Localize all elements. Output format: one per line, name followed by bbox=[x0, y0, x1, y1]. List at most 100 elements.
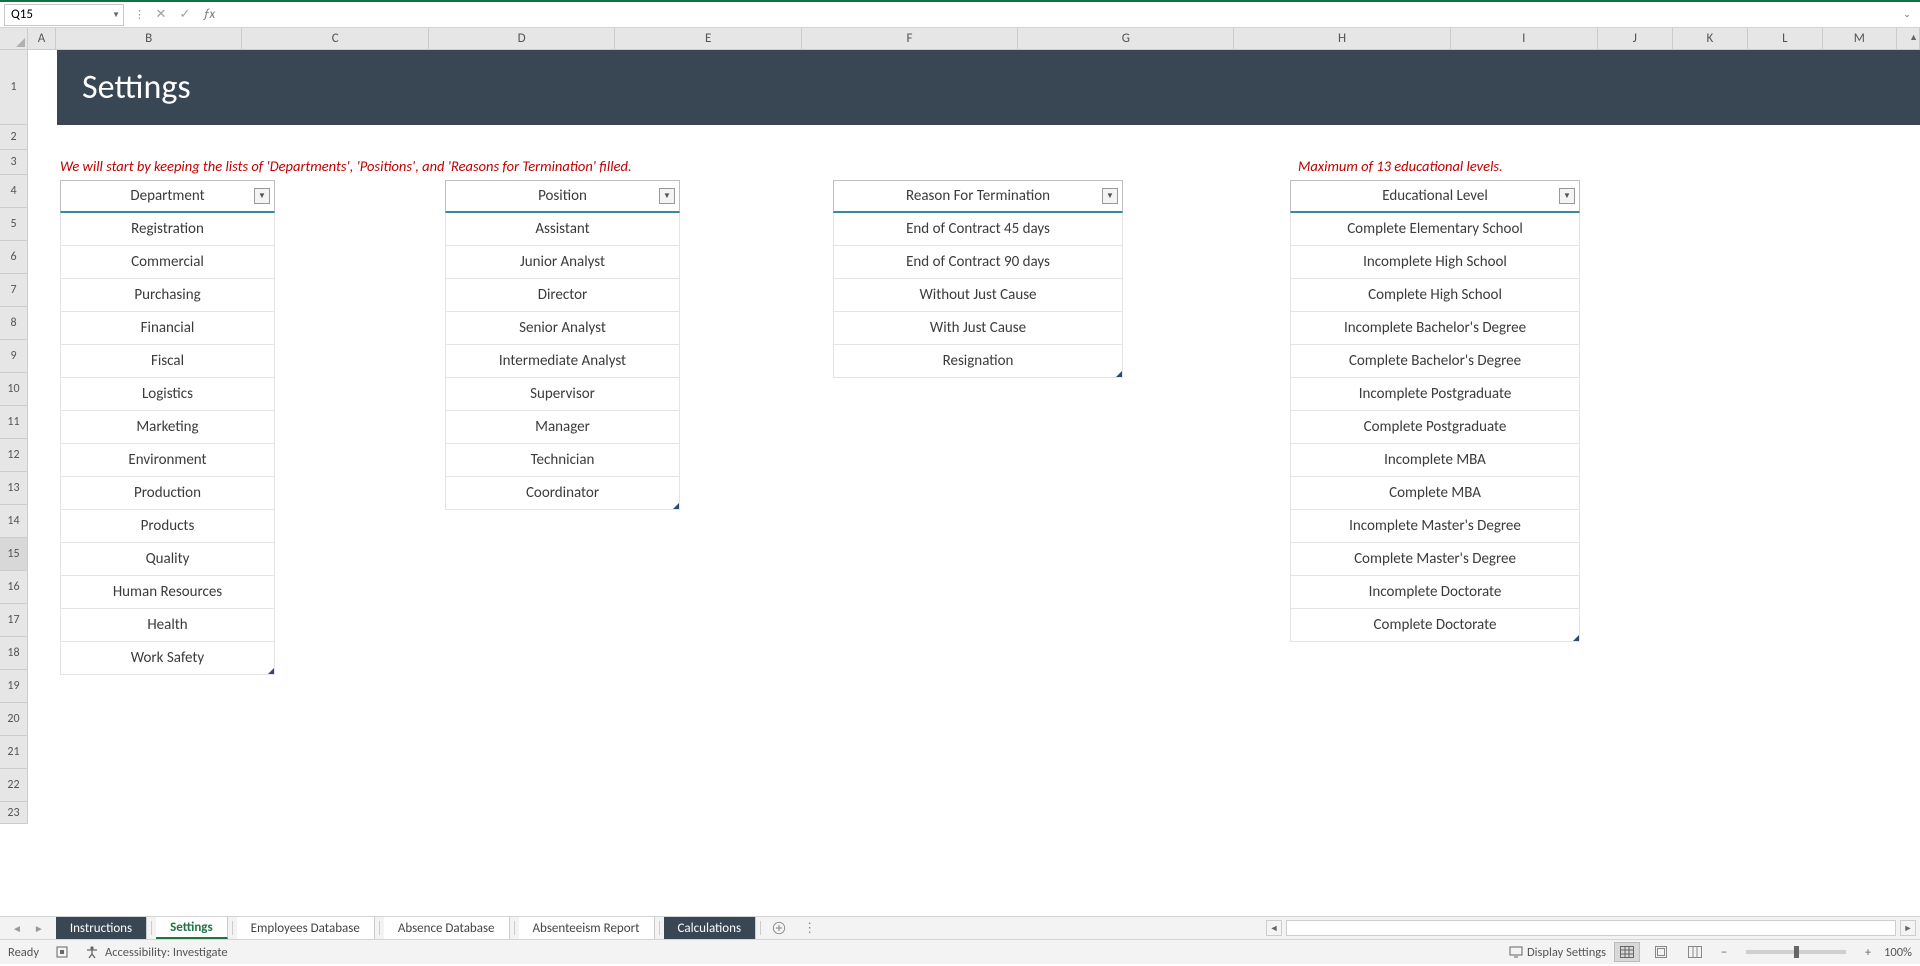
row-header-10[interactable]: 10 bbox=[0, 373, 28, 406]
education-row[interactable]: Incomplete Doctorate bbox=[1290, 576, 1580, 609]
display-settings-button[interactable]: Display Settings bbox=[1509, 945, 1606, 960]
education-filter-button[interactable]: ▼ bbox=[1559, 188, 1575, 204]
row-header-15[interactable]: 15 bbox=[0, 538, 28, 571]
termination-row[interactable]: End of Contract 45 days bbox=[833, 213, 1123, 246]
column-header-B[interactable]: B bbox=[56, 28, 243, 50]
department-row[interactable]: Commercial bbox=[60, 246, 275, 279]
position-row[interactable]: Junior Analyst bbox=[445, 246, 680, 279]
termination-row[interactable]: End of Contract 90 days bbox=[833, 246, 1123, 279]
row-header-22[interactable]: 22 bbox=[0, 769, 28, 802]
column-header-K[interactable]: K bbox=[1673, 28, 1748, 50]
zoom-slider[interactable] bbox=[1746, 950, 1846, 954]
row-header-20[interactable]: 20 bbox=[0, 703, 28, 736]
horizontal-scrollbar[interactable]: ◄ ► bbox=[1266, 919, 1916, 937]
column-header-E[interactable]: E bbox=[615, 28, 802, 50]
department-row[interactable]: Health bbox=[60, 609, 275, 642]
name-box-dropdown-icon[interactable]: ▼ bbox=[112, 10, 120, 20]
view-normal-button[interactable] bbox=[1614, 942, 1640, 962]
row-header-9[interactable]: 9 bbox=[0, 340, 28, 373]
education-row[interactable]: Complete Doctorate bbox=[1290, 609, 1580, 642]
row-header-7[interactable]: 7 bbox=[0, 274, 28, 307]
education-row[interactable]: Incomplete Bachelor's Degree bbox=[1290, 312, 1580, 345]
department-row[interactable]: Registration bbox=[60, 213, 275, 246]
row-header-23[interactable]: 23 bbox=[0, 802, 28, 824]
row-header-19[interactable]: 19 bbox=[0, 670, 28, 703]
position-filter-button[interactable]: ▼ bbox=[659, 188, 675, 204]
row-header-13[interactable]: 13 bbox=[0, 472, 28, 505]
row-header-1[interactable]: 1 bbox=[0, 50, 28, 125]
hscroll-left-icon[interactable]: ◄ bbox=[1266, 920, 1282, 936]
department-filter-button[interactable]: ▼ bbox=[254, 188, 270, 204]
select-all-corner[interactable] bbox=[0, 28, 28, 50]
zoom-level[interactable]: 100% bbox=[1884, 945, 1912, 960]
department-row[interactable]: Production bbox=[60, 477, 275, 510]
column-header-C[interactable]: C bbox=[242, 28, 429, 50]
sheet-tab-calculations[interactable]: Calculations bbox=[664, 917, 757, 939]
department-row[interactable]: Environment bbox=[60, 444, 275, 477]
position-row[interactable]: Supervisor bbox=[445, 378, 680, 411]
education-row[interactable]: Complete Elementary School bbox=[1290, 213, 1580, 246]
education-row[interactable]: Complete Bachelor's Degree bbox=[1290, 345, 1580, 378]
education-row[interactable]: Incomplete MBA bbox=[1290, 444, 1580, 477]
education-row[interactable]: Complete MBA bbox=[1290, 477, 1580, 510]
position-row[interactable]: Senior Analyst bbox=[445, 312, 680, 345]
position-row[interactable]: Assistant bbox=[445, 213, 680, 246]
cells-area[interactable]: Settings We will start by keeping the li… bbox=[28, 50, 1920, 916]
position-row[interactable]: Director bbox=[445, 279, 680, 312]
termination-row[interactable]: Resignation bbox=[833, 345, 1123, 378]
tab-prev-icon[interactable]: ◄ bbox=[12, 922, 22, 935]
formula-input[interactable] bbox=[215, 4, 1898, 26]
row-header-2[interactable]: 2 bbox=[0, 125, 28, 150]
row-header-21[interactable]: 21 bbox=[0, 736, 28, 769]
column-header-F[interactable]: F bbox=[802, 28, 1018, 50]
tabs-resize-handle-icon[interactable]: ⋮ bbox=[803, 917, 816, 939]
termination-row[interactable]: With Just Cause bbox=[833, 312, 1123, 345]
row-header-5[interactable]: 5 bbox=[0, 208, 28, 241]
education-row[interactable]: Incomplete Master's Degree bbox=[1290, 510, 1580, 543]
view-page-break-button[interactable] bbox=[1682, 942, 1708, 962]
column-header-G[interactable]: G bbox=[1018, 28, 1234, 50]
department-row[interactable]: Quality bbox=[60, 543, 275, 576]
scroll-up-icon[interactable]: ▲ bbox=[1909, 32, 1918, 43]
department-row[interactable]: Products bbox=[60, 510, 275, 543]
column-header-L[interactable]: L bbox=[1748, 28, 1823, 50]
column-header-D[interactable]: D bbox=[429, 28, 616, 50]
education-row[interactable]: Incomplete High School bbox=[1290, 246, 1580, 279]
column-header-H[interactable]: H bbox=[1234, 28, 1450, 50]
view-page-layout-button[interactable] bbox=[1648, 942, 1674, 962]
termination-row[interactable]: Without Just Cause bbox=[833, 279, 1123, 312]
row-header-14[interactable]: 14 bbox=[0, 505, 28, 538]
zoom-out-button[interactable]: − bbox=[1716, 945, 1732, 960]
column-header-J[interactable]: J bbox=[1598, 28, 1673, 50]
enter-formula-button[interactable]: ✓ bbox=[173, 4, 197, 26]
department-row[interactable]: Logistics bbox=[60, 378, 275, 411]
position-row[interactable]: Technician bbox=[445, 444, 680, 477]
sheet-tab-absenteeism-report[interactable]: Absenteeism Report bbox=[519, 917, 655, 939]
add-sheet-button[interactable] bbox=[765, 917, 793, 939]
department-row[interactable]: Financial bbox=[60, 312, 275, 345]
department-row[interactable]: Human Resources bbox=[60, 576, 275, 609]
department-row[interactable]: Purchasing bbox=[60, 279, 275, 312]
education-row[interactable]: Incomplete Postgraduate bbox=[1290, 378, 1580, 411]
sheet-tab-absence-database[interactable]: Absence Database bbox=[384, 917, 510, 939]
row-header-16[interactable]: 16 bbox=[0, 571, 28, 604]
row-header-11[interactable]: 11 bbox=[0, 406, 28, 439]
sheet-tab-instructions[interactable]: Instructions bbox=[56, 917, 147, 939]
cancel-formula-button[interactable]: ✕ bbox=[149, 4, 173, 26]
position-row[interactable]: Coordinator bbox=[445, 477, 680, 510]
row-header-3[interactable]: 3 bbox=[0, 150, 28, 175]
row-header-8[interactable]: 8 bbox=[0, 307, 28, 340]
department-row[interactable]: Work Safety bbox=[60, 642, 275, 675]
zoom-in-button[interactable]: + bbox=[1860, 945, 1876, 960]
education-row[interactable]: Complete Master's Degree bbox=[1290, 543, 1580, 576]
position-row[interactable]: Manager bbox=[445, 411, 680, 444]
position-row[interactable]: Intermediate Analyst bbox=[445, 345, 680, 378]
name-box[interactable]: Q15 ▼ bbox=[4, 4, 124, 26]
accessibility-status[interactable]: Accessibility: Investigate bbox=[85, 945, 228, 960]
tab-next-icon[interactable]: ► bbox=[34, 922, 44, 935]
column-header-A[interactable]: A bbox=[28, 28, 56, 50]
hscroll-track[interactable] bbox=[1286, 920, 1896, 936]
fx-icon[interactable]: ƒx bbox=[203, 7, 215, 22]
sheet-tab-settings[interactable]: Settings bbox=[156, 917, 228, 939]
department-row[interactable]: Marketing bbox=[60, 411, 275, 444]
